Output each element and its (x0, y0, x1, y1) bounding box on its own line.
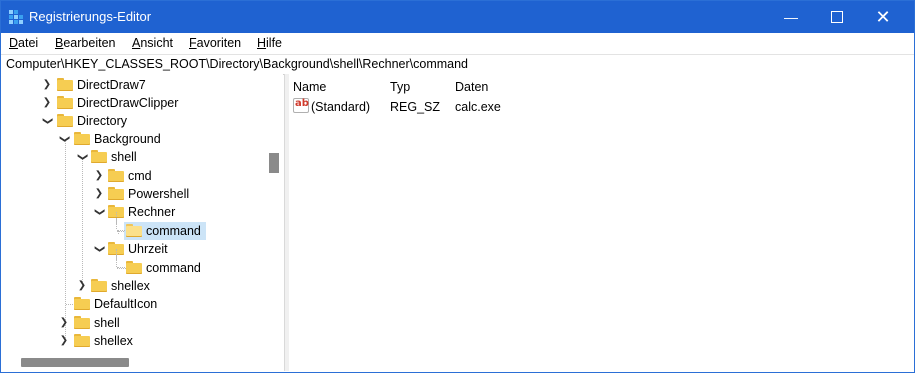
close-button[interactable]: ✕ (860, 1, 906, 33)
horizontal-scroll-thumb[interactable] (21, 358, 129, 367)
title-bar[interactable]: Registrierungs-Editor — ✕ (1, 1, 914, 33)
tree-node-shell[interactable]: ❯ shell (1, 148, 266, 166)
folder-icon (57, 78, 73, 91)
folder-icon (57, 114, 73, 127)
tree-vertical-scrollbar[interactable] (266, 74, 283, 354)
maximize-icon (831, 10, 843, 23)
value-name: (Standard) (311, 100, 371, 114)
tree-node-label: Powershell (128, 187, 190, 201)
folder-icon (108, 169, 124, 182)
tree-node-uhrzeit[interactable]: ❯ Uhrzeit (1, 240, 266, 258)
tree-node-cmd[interactable]: ❯ cmd (1, 167, 266, 185)
folder-icon (74, 334, 90, 347)
folder-icon (74, 316, 90, 329)
menu-favoriten[interactable]: Favoriten (189, 36, 241, 50)
tree-node-shellex-outer[interactable]: ❯ shellex (1, 332, 266, 350)
tree-node-label: shellex (111, 279, 150, 293)
chevron-down-icon[interactable]: ❯ (94, 207, 105, 217)
chevron-down-icon[interactable]: ❯ (94, 244, 105, 254)
tree-node-label: Directory (77, 114, 128, 128)
tree-node-label: command (146, 261, 201, 275)
chevron-right-icon[interactable]: ❯ (94, 189, 104, 199)
tree-node-shellex-inner[interactable]: ❯ shellex (1, 277, 266, 295)
tree-node-label: shell (94, 316, 120, 330)
tree-node-label: shell (111, 150, 137, 164)
chevron-down-icon[interactable]: ❯ (42, 116, 53, 126)
close-icon: ✕ (875, 7, 891, 27)
tree-node-defaulticon[interactable]: DefaultIcon (1, 295, 266, 313)
folder-open-icon (126, 224, 142, 237)
chevron-down-icon[interactable]: ❯ (59, 134, 70, 144)
window-title: Registrierungs-Editor (29, 9, 152, 24)
value-data: calc.exe (455, 100, 501, 114)
folder-icon (126, 261, 142, 274)
tree-node-powershell[interactable]: ❯ Powershell (1, 185, 266, 203)
tree-node-label: Uhrzeit (128, 242, 168, 256)
chevron-right-icon[interactable]: ❯ (59, 318, 69, 328)
vertical-scroll-thumb[interactable] (269, 153, 279, 173)
chevron-right-icon[interactable]: ❯ (77, 281, 87, 291)
tree-node-label: cmd (128, 169, 152, 183)
regedit-app-icon (9, 10, 23, 24)
minimize-button[interactable]: — (768, 1, 814, 33)
address-path[interactable]: Computer\HKEY_CLASSES_ROOT\Directory\Bac… (6, 57, 468, 71)
tree-node-directdrawclipper[interactable]: ❯ DirectDrawClipper (1, 94, 266, 112)
chevron-down-icon[interactable]: ❯ (77, 152, 88, 162)
folder-icon (91, 150, 107, 163)
folder-icon (74, 297, 90, 310)
chevron-right-icon[interactable]: ❯ (42, 80, 52, 90)
menu-ansicht[interactable]: Ansicht (132, 36, 173, 50)
string-value-icon: ab (293, 98, 310, 114)
tree-node-label: DefaultIcon (94, 297, 158, 311)
folder-icon (108, 187, 124, 200)
menu-datei[interactable]: Datei (9, 36, 38, 50)
registry-editor-window: Registrierungs-Editor — ✕ Datei Bearbeit… (0, 0, 915, 373)
tree-node-rechner[interactable]: ❯ Rechner (1, 203, 266, 221)
tree-node-label: command (146, 224, 201, 238)
tree-node-label: shellex (94, 334, 133, 348)
chevron-right-icon[interactable]: ❯ (94, 171, 104, 181)
column-header-type[interactable]: Typ (390, 80, 410, 94)
tree-node-shell-outer[interactable]: ❯ shell (1, 314, 266, 332)
menu-bar: Datei Bearbeiten Ansicht Favoriten Hilfe (1, 33, 914, 53)
tree-node-label: DirectDraw7 (77, 78, 146, 92)
tree-node-label: Rechner (128, 205, 176, 219)
column-header-data[interactable]: Daten (455, 80, 488, 94)
menu-bearbeiten[interactable]: Bearbeiten (55, 36, 115, 50)
tree-node-directdraw7[interactable]: ❯ DirectDraw7 (1, 76, 266, 94)
folder-icon (74, 132, 90, 145)
column-header-name[interactable]: Name (293, 80, 326, 94)
tree-node-background[interactable]: ❯ Background (1, 130, 266, 148)
minimize-icon: — (784, 9, 798, 25)
value-row-standard[interactable]: ab (Standard) REG_SZ calc.exe (289, 98, 914, 116)
address-bar[interactable]: Computer\HKEY_CLASSES_ROOT\Directory\Bac… (1, 54, 914, 75)
folder-icon (91, 279, 107, 292)
tree-node-label: Background (94, 132, 161, 146)
tree-node-directory[interactable]: ❯ Directory (1, 112, 266, 130)
maximize-button[interactable] (814, 1, 860, 33)
value-type: REG_SZ (390, 100, 441, 114)
tree-node-rechner-command[interactable]: command (1, 222, 266, 240)
chevron-right-icon[interactable]: ❯ (42, 98, 52, 108)
values-list-pane[interactable]: Name Typ Daten ab (Standard) REG_SZ calc… (289, 74, 914, 371)
folder-icon (57, 96, 73, 109)
menu-hilfe[interactable]: Hilfe (257, 36, 282, 50)
tree-node-label: DirectDrawClipper (77, 96, 179, 110)
tree-node-uhrzeit-command[interactable]: command (1, 259, 266, 277)
chevron-right-icon[interactable]: ❯ (59, 336, 69, 346)
